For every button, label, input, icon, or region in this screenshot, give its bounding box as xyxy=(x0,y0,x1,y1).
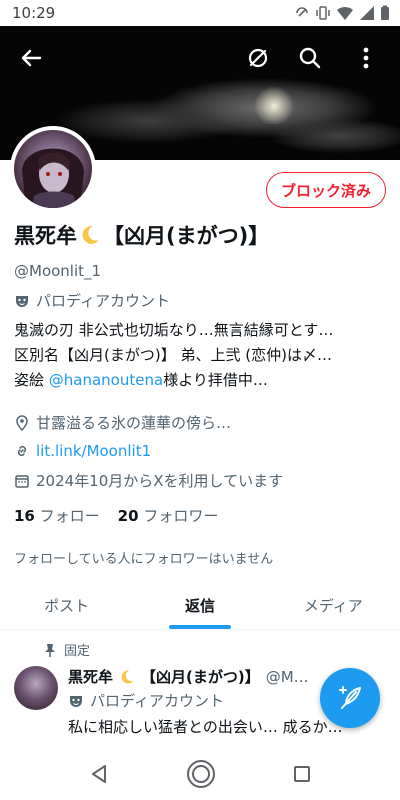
avatar-illustration xyxy=(22,148,84,208)
battery-icon xyxy=(381,5,389,20)
nav-back-icon[interactable] xyxy=(88,763,110,785)
bio-line-3-prefix: 姿絵 xyxy=(14,371,49,389)
back-arrow-icon xyxy=(21,49,42,67)
parody-label-text: パロディアカウント xyxy=(36,292,170,310)
more-button[interactable] xyxy=(348,40,384,76)
crescent-moon-icon xyxy=(121,669,134,683)
status-bar: 10:29 xyxy=(0,0,400,26)
website-link[interactable]: lit.link/Moonlit1 xyxy=(36,442,151,460)
hide-button[interactable] xyxy=(240,40,276,76)
tweet-parody-label: パロディアカウント xyxy=(68,690,224,711)
tweet-author-name: 黒死牟 xyxy=(68,668,114,686)
website-row[interactable]: lit.link/Moonlit1 xyxy=(14,442,151,460)
profile-tabs: ポスト 返信 メディア xyxy=(0,582,400,630)
crescent-moon-image xyxy=(254,86,294,124)
wifi-icon xyxy=(337,6,353,20)
bio-line-1: 鬼滅の刃 非公式也切垢なり…無言結縁可とす… xyxy=(14,321,334,339)
hide-icon xyxy=(248,48,268,68)
tab-replies[interactable]: 返信 xyxy=(133,582,266,629)
status-time: 10:29 xyxy=(12,4,56,22)
following-label: フォロー xyxy=(39,507,100,525)
tab-media[interactable]: メディア xyxy=(267,582,400,629)
profile-name: 黒死牟 【凶月(まがつ)】 xyxy=(14,220,269,250)
following-count: 16 xyxy=(14,507,35,525)
location-row: 甘露溢るる氷の蓮華の傍ら… xyxy=(14,412,231,433)
search-icon xyxy=(299,47,321,69)
tweet-avatar[interactable] xyxy=(14,666,58,710)
calendar-icon xyxy=(15,474,29,488)
no-mutual-followers-text: フォローしている人にフォロワーはいません xyxy=(14,552,274,567)
vibrate-icon xyxy=(316,6,330,20)
followers-stat[interactable]: 20 フォロワー xyxy=(118,505,219,526)
crescent-moon-icon xyxy=(82,225,99,244)
joined-text: 2024年10月からXを利用しています xyxy=(36,472,284,490)
pin-icon xyxy=(45,643,55,657)
parody-mask-icon xyxy=(16,295,28,307)
bio-line-2: 区別名【凶月(まがつ)】 弟、上弐 (恋仲)は〆… xyxy=(14,346,332,364)
search-button[interactable] xyxy=(292,40,328,76)
link-icon xyxy=(17,445,27,457)
joined-row: 2024年10月からXを利用しています xyxy=(14,470,283,491)
profile-avatar[interactable] xyxy=(10,126,96,212)
nfc-icon xyxy=(296,7,308,17)
pinned-indicator: 固定 xyxy=(44,640,90,659)
nav-home-icon[interactable] xyxy=(186,759,216,789)
more-vert-icon xyxy=(363,47,369,69)
followers-count: 20 xyxy=(117,507,139,525)
parody-mask-icon xyxy=(70,695,82,707)
parody-label: パロディアカウント xyxy=(14,290,170,311)
profile-bio: 鬼滅の刃 非公式也切垢なり…無言結縁可とす… 区別名【凶月(まがつ)】 弟、上弐… xyxy=(14,318,388,393)
status-icons xyxy=(294,5,390,21)
tweet-parody-label-text: パロディアカウント xyxy=(90,692,224,710)
following-stat[interactable]: 16 フォロー xyxy=(14,505,100,526)
tab-posts[interactable]: ポスト xyxy=(0,582,133,629)
tweet-author-suffix: 【凶月(まがつ)】 xyxy=(141,668,260,686)
system-navigation-bar xyxy=(0,748,400,800)
signal-icon xyxy=(360,6,374,20)
compose-feather-icon xyxy=(339,686,361,709)
back-button[interactable] xyxy=(13,40,49,76)
blocked-button[interactable]: ブロック済み xyxy=(265,172,386,208)
profile-name-suffix: 【凶月(まがつ)】 xyxy=(103,224,270,248)
tweet-author-handle: @M… xyxy=(265,667,309,686)
location-pin-icon xyxy=(16,414,28,431)
profile-name-text: 黒死牟 xyxy=(14,224,77,248)
location-text: 甘露溢るる氷の蓮華の傍ら… xyxy=(36,414,232,432)
nav-recents-icon[interactable] xyxy=(292,764,312,784)
mention-link[interactable]: @hananoutena xyxy=(49,371,163,389)
follow-stats: 16 フォロー 20 フォロワー xyxy=(14,505,218,526)
compose-button[interactable] xyxy=(320,668,380,728)
pinned-label: 固定 xyxy=(64,644,91,659)
followers-label: フォロワー xyxy=(143,507,219,525)
bio-line-3: 姿絵 @hananoutena様より拝借中… xyxy=(14,368,388,393)
bio-line-3-suffix: 様より拝借中… xyxy=(163,371,268,389)
profile-handle: @Moonlit_1 xyxy=(14,262,102,280)
